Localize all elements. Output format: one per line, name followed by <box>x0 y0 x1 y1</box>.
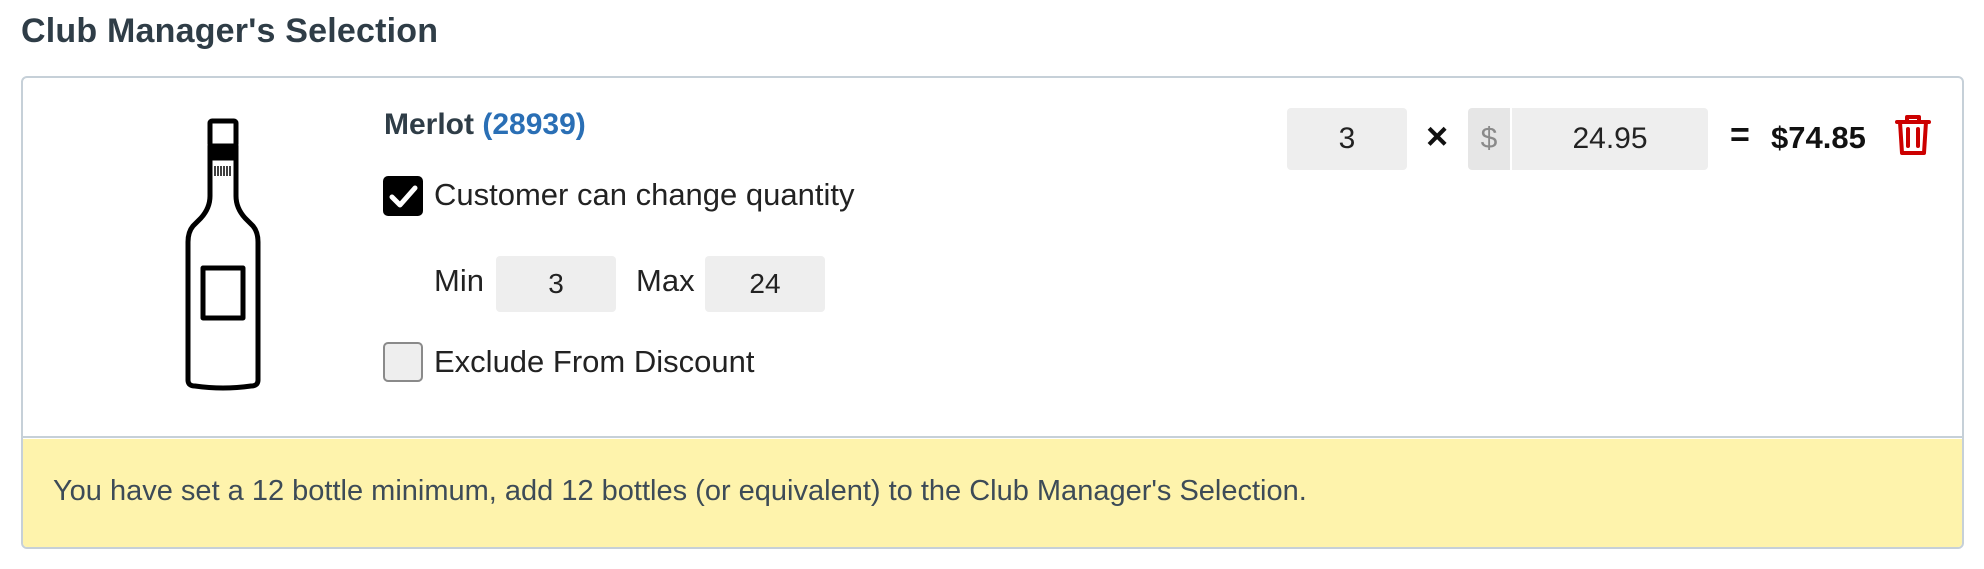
line-total: $74.85 <box>1771 120 1866 155</box>
trash-icon[interactable] <box>1895 114 1931 156</box>
min-label: Min <box>434 263 484 298</box>
exclude-discount-label: Exclude From Discount <box>434 344 755 379</box>
change-quantity-checkbox[interactable] <box>383 176 423 216</box>
wine-bottle-icon <box>185 118 261 391</box>
page: Club Manager's Selection Merlot (28939) <box>0 0 1984 569</box>
multiply-sign: × <box>1426 116 1449 158</box>
section-title: Club Manager's Selection <box>21 12 439 50</box>
minimum-alert: You have set a 12 bottle minimum, add 12… <box>23 439 1962 547</box>
max-quantity-input[interactable] <box>705 256 825 312</box>
max-label: Max <box>636 263 695 298</box>
sku-number: 28939 <box>492 108 576 141</box>
exclude-discount-checkbox[interactable] <box>383 342 423 382</box>
currency-addon: $ <box>1468 108 1512 170</box>
sku-close-paren: ) <box>575 108 586 141</box>
selection-card: Merlot (28939) Customer can change quant… <box>21 76 1964 549</box>
price-input[interactable] <box>1512 108 1708 170</box>
product-name: Merlot (28939) <box>384 108 586 142</box>
product-row: Merlot (28939) Customer can change quant… <box>23 78 1962 438</box>
alert-message: You have set a 12 bottle minimum, add 12… <box>53 475 1307 507</box>
product-sku-link[interactable]: (28939) <box>482 108 585 141</box>
sku-open-paren: ( <box>482 108 493 141</box>
equals-sign: = <box>1730 116 1750 154</box>
checkmark-icon <box>389 185 418 208</box>
quantity-input[interactable] <box>1287 108 1407 170</box>
product-name-label: Merlot <box>384 108 474 141</box>
min-quantity-input[interactable] <box>496 256 616 312</box>
change-quantity-label: Customer can change quantity <box>434 177 855 212</box>
